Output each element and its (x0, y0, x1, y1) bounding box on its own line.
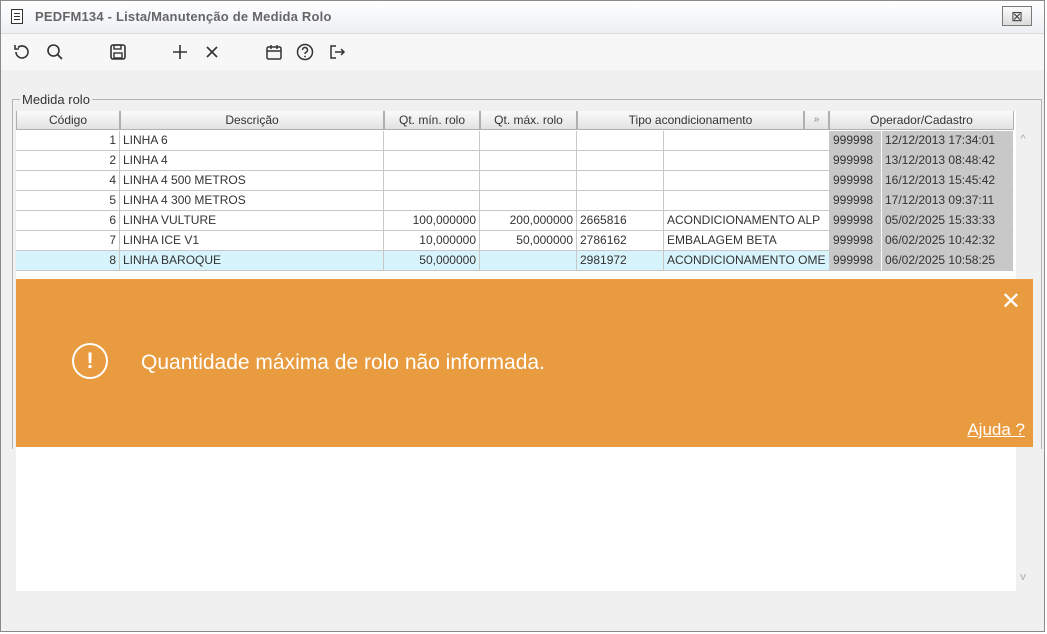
cell-cadastro[interactable]: 05/02/2025 15:33:33 (882, 211, 1014, 231)
calendar-icon[interactable] (263, 41, 285, 63)
cell-codigo[interactable]: 1 (16, 131, 120, 151)
main-window: PEDFM134 - Lista/Manutenção de Medida Ro… (0, 0, 1045, 632)
column-expand-icon[interactable]: » (804, 111, 829, 130)
cell-tipo-descricao[interactable]: ACONDICIONAMENTO ALP (664, 211, 830, 231)
cell-descricao[interactable]: LINHA BAROQUE (120, 251, 384, 271)
warning-toast: ✕ ! Quantidade máxima de rolo não inform… (16, 279, 1033, 447)
cell-qt-max[interactable]: 200,000000 (480, 211, 577, 231)
add-icon[interactable] (169, 41, 191, 63)
toast-message: Quantidade máxima de rolo não informada. (141, 351, 545, 374)
cell-codigo[interactable]: 4 (16, 171, 120, 191)
title-bar: PEDFM134 - Lista/Manutenção de Medida Ro… (1, 1, 1044, 34)
warning-icon: ! (72, 343, 108, 379)
cell-codigo[interactable]: 6 (16, 211, 120, 231)
table-row[interactable]: 2 LINHA 4 999998 13/12/2013 08:48:42 (16, 151, 1016, 171)
cell-tipo-codigo[interactable]: 2786162 (577, 231, 664, 251)
cell-qt-max[interactable]: 50,000000 (480, 231, 577, 251)
cell-codigo[interactable]: 7 (16, 231, 120, 251)
cell-qt-min[interactable]: 50,000000 (384, 251, 480, 271)
cell-qt-max[interactable] (480, 171, 577, 191)
cell-descricao[interactable]: LINHA 4 300 METROS (120, 191, 384, 211)
cell-tipo-codigo[interactable] (577, 191, 664, 211)
search-icon[interactable] (44, 41, 66, 63)
cell-qt-max[interactable] (480, 151, 577, 171)
cell-qt-min[interactable]: 100,000000 (384, 211, 480, 231)
column-header-descricao[interactable]: Descrição (120, 111, 384, 130)
cell-tipo-descricao[interactable] (664, 171, 830, 191)
table-row[interactable]: 6 LINHA VULTURE 100,000000 200,000000 266581… (16, 211, 1016, 231)
help-icon[interactable] (294, 41, 316, 63)
document-icon (11, 9, 23, 24)
cell-qt-min[interactable] (384, 151, 480, 171)
cell-tipo-descricao[interactable] (664, 151, 830, 171)
cell-qt-min[interactable] (384, 131, 480, 151)
scroll-up-icon[interactable]: ^ (1016, 133, 1030, 145)
cell-qt-min[interactable]: 10,000000 (384, 231, 480, 251)
exit-icon[interactable] (326, 41, 348, 63)
cell-cadastro[interactable]: 17/12/2013 09:37:11 (882, 191, 1014, 211)
column-header-qt-min[interactable]: Qt. mín. rolo (384, 111, 480, 130)
cell-tipo-codigo[interactable]: 2981972 (577, 251, 664, 271)
cell-codigo[interactable]: 8 (16, 251, 120, 271)
table-row[interactable]: 8 LINHA BAROQUE 50,000000 2981972 ACONDICION… (16, 251, 1016, 271)
cell-cadastro[interactable]: 06/02/2025 10:42:32 (882, 231, 1014, 251)
group-label: Medida rolo (20, 92, 92, 107)
cell-cadastro[interactable]: 13/12/2013 08:48:42 (882, 151, 1014, 171)
cell-operador[interactable]: 999998 (830, 151, 882, 171)
cell-descricao[interactable]: LINHA 4 (120, 151, 384, 171)
cell-operador[interactable]: 999998 (830, 211, 882, 231)
cell-operador[interactable]: 999998 (830, 231, 882, 251)
table-row[interactable]: 1 LINHA 6 999998 12/12/2013 17:34:01 (16, 131, 1016, 151)
cell-tipo-descricao[interactable]: ACONDICIONAMENTO OME (664, 251, 830, 271)
cell-tipo-descricao[interactable] (664, 191, 830, 211)
cell-tipo-codigo[interactable] (577, 171, 664, 191)
delete-icon[interactable] (201, 41, 223, 63)
cell-tipo-codigo[interactable]: 2665816 (577, 211, 664, 231)
toolbar (1, 34, 1044, 70)
cell-tipo-descricao[interactable]: EMBALAGEM BETA (664, 231, 830, 251)
column-header-qt-max[interactable]: Qt. máx. rolo (480, 111, 577, 130)
toast-close-icon[interactable]: ✕ (1001, 287, 1021, 316)
help-link[interactable]: Ajuda ? (967, 420, 1025, 440)
column-header-tipo[interactable]: Tipo acondicionamento (577, 111, 804, 130)
cell-cadastro[interactable]: 06/02/2025 10:58:25 (882, 251, 1014, 271)
cell-codigo[interactable]: 5 (16, 191, 120, 211)
close-window-button[interactable]: ⊠ (1002, 6, 1032, 26)
cell-codigo[interactable]: 2 (16, 151, 120, 171)
cell-operador[interactable]: 999998 (830, 131, 882, 151)
save-icon[interactable] (107, 41, 129, 63)
scroll-down-icon[interactable]: v (1016, 571, 1030, 583)
cell-descricao[interactable]: LINHA 6 (120, 131, 384, 151)
column-header-operador[interactable]: Operador/Cadastro (829, 111, 1014, 130)
cell-cadastro[interactable]: 12/12/2013 17:34:01 (882, 131, 1014, 151)
cell-qt-max[interactable] (480, 191, 577, 211)
cell-qt-max[interactable] (480, 251, 577, 271)
column-header-codigo[interactable]: Código (16, 111, 120, 130)
cell-tipo-descricao[interactable] (664, 131, 830, 151)
cell-qt-max[interactable] (480, 131, 577, 151)
table-row[interactable]: 7 LINHA ICE V1 10,000000 50,000000 2786162 EM… (16, 231, 1016, 251)
cell-operador[interactable]: 999998 (830, 191, 882, 211)
cell-tipo-codigo[interactable] (577, 131, 664, 151)
cell-descricao[interactable]: LINHA VULTURE (120, 211, 384, 231)
cell-qt-min[interactable] (384, 191, 480, 211)
cell-operador[interactable]: 999998 (830, 251, 882, 271)
cell-operador[interactable]: 999998 (830, 171, 882, 191)
cell-cadastro[interactable]: 16/12/2013 15:45:42 (882, 171, 1014, 191)
cell-descricao[interactable]: LINHA 4 500 METROS (120, 171, 384, 191)
refresh-icon[interactable] (11, 41, 33, 63)
table-row[interactable]: 5 LINHA 4 300 METROS 999998 17/12/2013 09:3… (16, 191, 1016, 211)
cell-descricao[interactable]: LINHA ICE V1 (120, 231, 384, 251)
window-title: PEDFM134 - Lista/Manutenção de Medida Ro… (35, 9, 332, 24)
cell-tipo-codigo[interactable] (577, 151, 664, 171)
table-row[interactable]: 4 LINHA 4 500 METROS 999998 16/12/2013 15:4… (16, 171, 1016, 191)
cell-qt-min[interactable] (384, 171, 480, 191)
